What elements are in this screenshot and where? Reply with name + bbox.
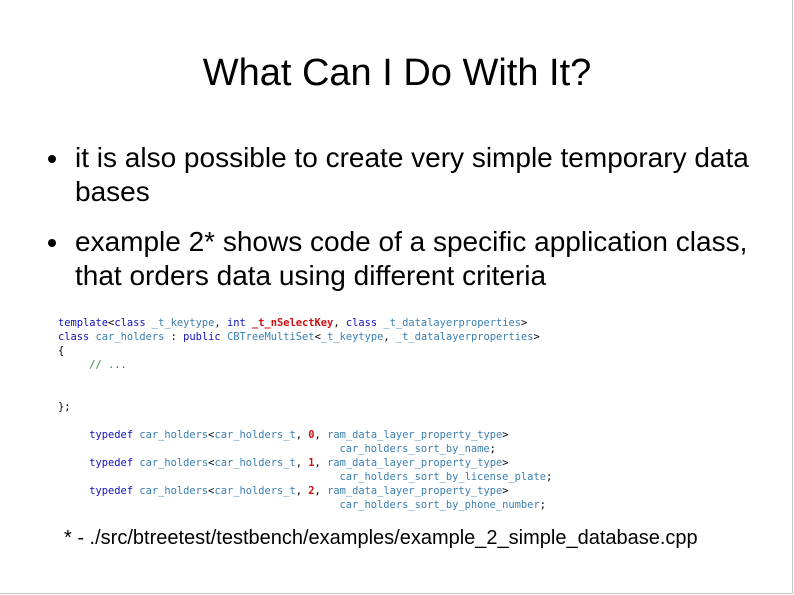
code-line: template<class _t_keytype, int _t_nSelec… <box>58 316 552 330</box>
code-token: _t_keytype <box>151 317 215 329</box>
slide-title: What Can I Do With It? <box>202 52 592 94</box>
bullet-dot-icon <box>48 239 56 247</box>
code-token: class <box>58 331 90 343</box>
code-token: car_holders <box>95 331 165 343</box>
code-token: > <box>502 457 509 469</box>
code-token: template <box>58 317 109 329</box>
code-token: : <box>164 331 184 343</box>
bullet-text: it is also possible to create very simpl… <box>75 142 749 207</box>
code-token: ram_data_layer_property_type <box>327 429 503 441</box>
code-token: car_holders <box>139 457 209 469</box>
slide: What Can I Do With It? it is also possib… <box>0 0 793 594</box>
code-token: car_holders <box>139 429 209 441</box>
code-token: , <box>383 331 396 343</box>
code-token: class <box>114 317 146 329</box>
footnote: * - ./src/btreetest/testbench/examples/e… <box>64 527 698 549</box>
code-token: car_holders <box>139 485 209 497</box>
bullet-item: it is also possible to create very simpl… <box>40 141 770 209</box>
code-line: }; <box>58 400 552 414</box>
code-line: typedef car_holders<car_holders_t, 1, ra… <box>58 456 552 470</box>
code-token: , <box>295 429 309 441</box>
code-token: ; <box>489 443 496 455</box>
code-line: { <box>58 344 552 358</box>
bullet-item: example 2* shows code of a specific appl… <box>40 225 770 293</box>
code-line: typedef car_holders<car_holders_t, 2, ra… <box>58 484 552 498</box>
code-token: ; <box>545 471 553 483</box>
code-token: > <box>502 485 509 497</box>
code-token: _t_datalayerproperties <box>383 317 522 329</box>
code-token: car_holders_t <box>214 485 296 497</box>
code-block: template<class _t_keytype, int _t_nSelec… <box>58 316 552 512</box>
code-line: class car_holders : public CBTreeMultiSe… <box>58 330 552 344</box>
code-token: car_holders_sort_by_phone_number <box>339 499 540 511</box>
code-line: // ... <box>58 358 552 372</box>
bullet-dot-icon <box>48 155 56 163</box>
code-token: car_holders_t <box>214 457 296 469</box>
code-token: public <box>183 331 221 343</box>
bullet-text: example 2* shows code of a specific appl… <box>75 226 748 291</box>
code-line: car_holders_sort_by_license_plate; <box>58 470 553 484</box>
code-token: > <box>502 429 509 441</box>
code-token: , <box>333 317 346 329</box>
code-token: // ... <box>89 359 127 371</box>
code-token: , <box>314 485 328 497</box>
code-token: > <box>533 331 540 343</box>
code-token: typedef <box>89 429 134 441</box>
code-token: typedef <box>89 485 134 497</box>
code-line: car_holders_sort_by_name; <box>58 442 552 456</box>
code-token: , <box>295 457 309 469</box>
code-token: typedef <box>89 457 134 469</box>
code-token: , <box>214 317 227 329</box>
code-token: car_holders_sort_by_name <box>339 443 490 455</box>
code-token: car_holders_t <box>214 429 296 441</box>
code-token: ram_data_layer_property_type <box>327 457 503 469</box>
code-token: }; <box>58 401 71 413</box>
code-token: ram_data_layer_property_type <box>327 485 503 497</box>
code-token: car_holders_sort_by_license_plate <box>339 471 546 483</box>
code-token: CBTreeMultiSet <box>226 331 315 343</box>
code-line: car_holders_sort_by_phone_number; <box>58 498 552 512</box>
code-token: , <box>295 485 309 497</box>
code-token: { <box>58 345 65 357</box>
code-token: > <box>521 317 528 329</box>
bullet-list: it is also possible to create very simpl… <box>40 141 770 309</box>
code-token: int <box>226 317 246 329</box>
code-token: _t_datalayerproperties <box>395 331 534 343</box>
code-token: class <box>345 317 378 329</box>
code-token: , <box>314 429 328 441</box>
code-token: _t_keytype <box>320 331 384 343</box>
code-token: , <box>314 457 328 469</box>
code-line: typedef car_holders<car_holders_t, 0, ra… <box>58 428 552 442</box>
code-token: ; <box>539 499 546 511</box>
code-token: _t_nSelectKey <box>251 317 334 329</box>
